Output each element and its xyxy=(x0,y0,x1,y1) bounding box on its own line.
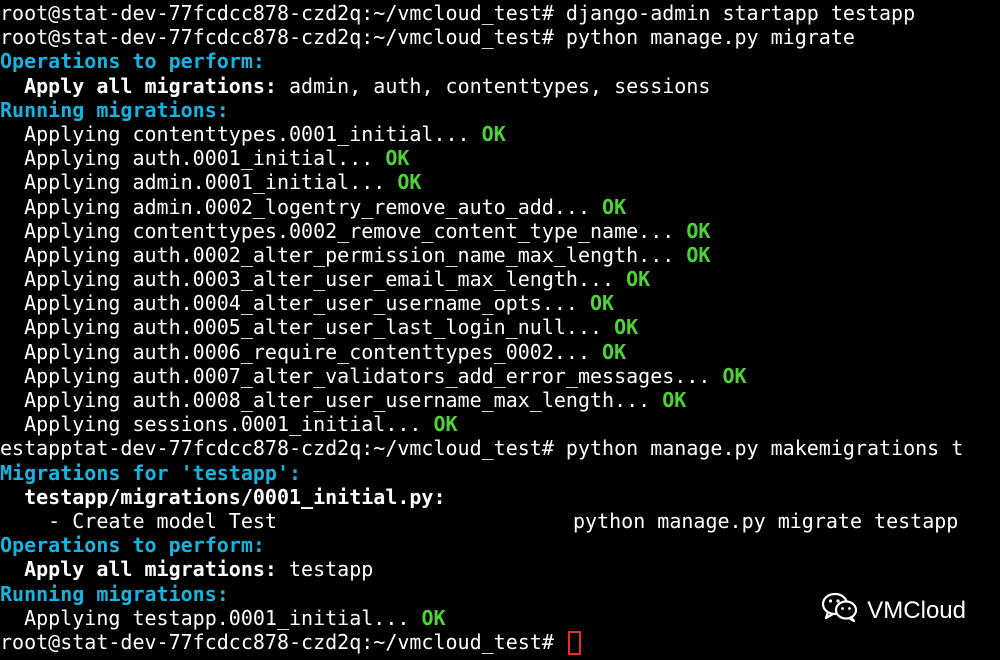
terminal-text: Applying auth.0005_alter_user_last_login… xyxy=(0,315,603,340)
status-ok: OK xyxy=(674,242,711,267)
terminal-line: Applying admin.0001_initial... OK xyxy=(0,170,1000,194)
status-ok: OK xyxy=(421,412,458,437)
terminal-line: Apply all migrations: admin, auth, conte… xyxy=(0,74,1000,98)
terminal-line: root@stat-dev-77fcdcc878-czd2q:~/vmcloud… xyxy=(0,629,1000,656)
terminal-line: Migrations for 'testapp': xyxy=(0,461,1000,485)
terminal-text: Applying auth.0002_alter_permission_name… xyxy=(0,242,675,267)
terminal-text: Operations to perform: xyxy=(0,49,265,74)
terminal-line: Apply all migrations: testapp xyxy=(0,557,1000,581)
terminal-line: root@stat-dev-77fcdcc878-czd2q:~/vmcloud… xyxy=(0,1,1000,25)
terminal-text: Applying auth.0001_initial... xyxy=(0,146,374,171)
status-ok: OK xyxy=(373,146,410,171)
terminal-line: Applying sessions.0001_initial... OK xyxy=(0,412,1000,436)
terminal-line: - Create model Test python manage.py migr… xyxy=(0,509,1000,533)
status-ok: OK xyxy=(602,315,639,340)
status-ok: OK xyxy=(590,194,627,219)
status-ok: OK xyxy=(674,218,711,243)
terminal-text: Applying testapp.0001_initial... xyxy=(0,605,410,630)
status-ok: OK xyxy=(469,121,506,146)
terminal-text: Applying auth.0008_alter_user_username_m… xyxy=(0,388,651,412)
watermark-label: VMCloud xyxy=(867,596,966,624)
wechat-icon xyxy=(821,591,859,630)
terminal-line: Applying auth.0005_alter_user_last_login… xyxy=(0,315,1000,339)
terminal-line: estapptat-dev-77fcdcc878-czd2q:~/vmcloud… xyxy=(0,436,1000,460)
terminal-text: estapptat-dev-77fcdcc878-czd2q:~/vmcloud… xyxy=(0,436,964,461)
terminal-text: Apply all migrations: xyxy=(0,73,277,98)
terminal-line: Applying auth.0007_alter_validators_add_… xyxy=(0,364,1000,388)
terminal-text: Applying admin.0001_initial... xyxy=(0,170,386,195)
terminal-line: Applying auth.0003_alter_user_email_max_… xyxy=(0,267,1000,291)
terminal-line: Operations to perform: xyxy=(0,533,1000,557)
terminal-text: Applying admin.0002_logentry_remove_auto… xyxy=(0,194,591,219)
status-ok: OK xyxy=(590,339,627,364)
terminal-text: Running migrations: xyxy=(0,97,229,122)
terminal-text: Applying sessions.0001_initial... xyxy=(0,412,422,437)
terminal-line: Applying auth.0008_alter_user_username_m… xyxy=(0,388,1000,412)
terminal-text: Applying contenttypes.0001_initial... xyxy=(0,121,470,146)
terminal-line: Applying auth.0006_require_contenttypes_… xyxy=(0,340,1000,364)
terminal-text: Operations to perform: xyxy=(0,533,265,558)
terminal-text: root@stat-dev-77fcdcc878-czd2q:~/vmcloud… xyxy=(0,25,855,50)
terminal-line: Applying auth.0002_alter_permission_name… xyxy=(0,243,1000,267)
terminal-line: Applying auth.0004_alter_user_username_o… xyxy=(0,291,1000,315)
terminal-line: Applying contenttypes.0002_remove_conten… xyxy=(0,219,1000,243)
terminal-text: root@stat-dev-77fcdcc878-czd2q:~/vmcloud… xyxy=(0,629,566,654)
terminal-text: Applying contenttypes.0002_remove_conten… xyxy=(0,218,675,243)
status-ok: OK xyxy=(710,363,747,388)
terminal-line: Applying admin.0002_logentry_remove_auto… xyxy=(0,195,1000,219)
terminal-text: Migrations for 'testapp': xyxy=(0,460,302,485)
watermark: VMCloud xyxy=(821,591,966,630)
terminal-text: testapp/migrations/0001_initial.py: xyxy=(0,484,446,509)
terminal-line: Applying auth.0001_initial... OK xyxy=(0,146,1000,170)
terminal-text: Running migrations: xyxy=(0,581,229,606)
terminal-text: root@stat-dev-77fcdcc878-czd2q:~/vmcloud… xyxy=(0,1,916,25)
terminal-line: testapp/migrations/0001_initial.py: xyxy=(0,485,1000,509)
cursor[interactable] xyxy=(567,631,581,656)
terminal-text: Applying auth.0003_alter_user_email_max_… xyxy=(0,267,615,292)
terminal-text: Applying auth.0006_require_contenttypes_… xyxy=(0,339,591,364)
status-ok: OK xyxy=(577,291,615,316)
terminal-text: admin, auth, contenttypes, sessions xyxy=(276,73,711,98)
status-ok: OK xyxy=(650,388,687,412)
terminal-text: - Create model Test xyxy=(0,508,277,533)
status-ok: OK xyxy=(385,170,422,195)
terminal-line: Operations to perform: xyxy=(0,49,1000,73)
terminal-text: testapp xyxy=(276,557,374,582)
terminal-line: Running migrations: xyxy=(0,98,1000,122)
status-ok: OK xyxy=(409,605,446,630)
terminal-text: Applying auth.0004_alter_user_username_o… xyxy=(0,291,578,316)
terminal-text: Apply all migrations: xyxy=(0,557,277,582)
terminal-text: python manage.py migrate testapp xyxy=(573,508,959,533)
terminal-text: Applying auth.0007_alter_validators_add_… xyxy=(0,363,711,388)
terminal-output[interactable]: root@stat-dev-77fcdcc878-czd2q:~/vmcloud… xyxy=(0,0,1000,660)
status-ok: OK xyxy=(614,267,651,292)
terminal-line: root@stat-dev-77fcdcc878-czd2q:~/vmcloud… xyxy=(0,25,1000,49)
terminal-line: Applying contenttypes.0001_initial... OK xyxy=(0,122,1000,146)
